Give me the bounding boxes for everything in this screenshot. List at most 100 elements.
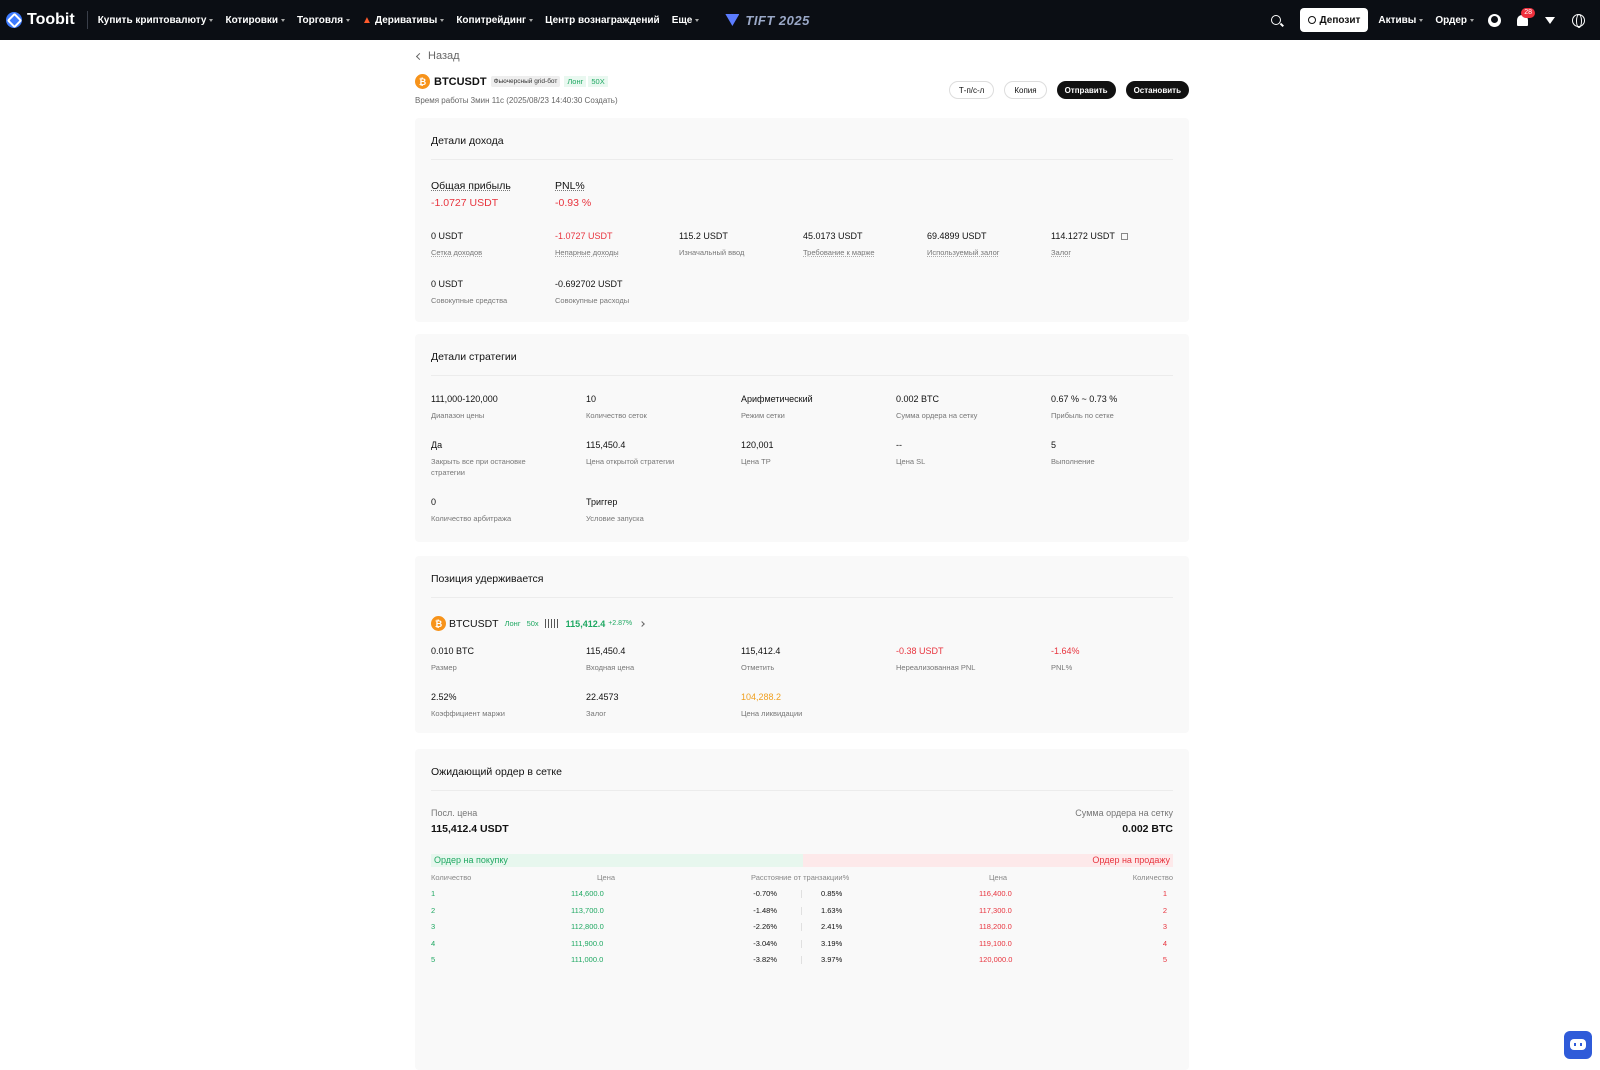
top-navbar: Toobit Купить криптовалюту Котировки Тор…	[0, 0, 1600, 40]
column-separator	[801, 956, 802, 964]
sell-qty-cell: 2	[1162, 905, 1167, 915]
liquidation-price: 104,288.2 Цена ликвидации	[741, 692, 802, 719]
deposit-icon	[1307, 16, 1316, 24]
nav-orders-label: Ордер	[1435, 14, 1467, 26]
position-card: Позиция удерживается ₿ BTCUSDT Лонг 50x …	[415, 556, 1189, 733]
nav-rewards-center[interactable]: Центр вознаграждений	[545, 15, 660, 26]
brand-logo[interactable]: Toobit	[6, 0, 75, 40]
grid-count: 10 Количество сеток	[586, 394, 647, 421]
stat-label[interactable]: Используемый залог	[927, 247, 999, 258]
back-label: Назад	[428, 50, 460, 62]
buy-price-cell: 113,700.0	[571, 905, 604, 915]
stat-label: Входная цена	[586, 663, 635, 672]
buy-distance-cell: -0.70%	[753, 889, 777, 898]
table-row: 2 113,700.0 -1.48% 1.63% 117,300.0 2	[431, 906, 1173, 922]
toobit-logo-icon	[6, 12, 22, 28]
nav-divider	[86, 11, 88, 29]
sell-price-cell: 117,300.0	[979, 905, 1012, 915]
stat-value: -1.64%	[1051, 646, 1080, 656]
nav-derivatives[interactable]: ▲ Деривативы	[362, 15, 445, 26]
mark-price: 115,412.4 Отметить	[741, 646, 780, 673]
nav-buy-crypto[interactable]: Купить криптовалюту	[98, 15, 214, 26]
language-button[interactable]	[1564, 0, 1592, 40]
edit-icon[interactable]	[1120, 233, 1128, 240]
stat-value: -0.38 USDT	[896, 646, 944, 656]
chevron-down-icon	[695, 18, 700, 22]
deposit-label: Депозит	[1319, 14, 1361, 26]
copy-button[interactable]: Копия	[1004, 81, 1047, 99]
bot-actions: Т-п/с-л Копия Отправить Остановить	[939, 81, 1189, 99]
search-icon	[1270, 15, 1281, 25]
margin-requirement: 45.0173 USDT Требование к марже	[803, 231, 875, 258]
stat-value: 111,000-120,000	[431, 394, 498, 404]
buy-price-cell: 111,000.0	[571, 955, 604, 964]
nav-copy-trading[interactable]: Копитрейдинг	[456, 15, 534, 26]
nav-more[interactable]: Еще	[672, 15, 700, 26]
stat-label[interactable]: Требование к марже	[803, 247, 875, 258]
divider	[431, 375, 1173, 376]
col-qty-buy: Количество	[431, 873, 472, 882]
stat-value: 115,450.4	[586, 646, 626, 656]
position-leverage: 50x	[526, 619, 539, 628]
stat-label: Диапазон цены	[431, 411, 485, 420]
divider	[431, 159, 1173, 160]
bitcoin-icon: ₿	[415, 74, 430, 89]
profit-per-grid: 0.67 % ~ 0.73 % Прибыль по сетке	[1051, 394, 1117, 421]
buy-qty-cell: 1	[431, 889, 436, 898]
stat-value: 10	[586, 394, 597, 404]
income-details-card: Детали дохода Общая прибыль -1.0727 USDT…	[415, 118, 1189, 322]
buy-orders-label: Ордер на покупку	[431, 854, 803, 867]
sell-price-cell: 119,100.0	[979, 938, 1012, 948]
promo-banner[interactable]: TIFT 2025	[725, 13, 809, 28]
nav-orders[interactable]: Ордер	[1435, 15, 1474, 26]
stat-value: 120,001	[741, 440, 774, 450]
nav-trade[interactable]: Торговля	[297, 15, 351, 26]
pnl-label: PNL%	[555, 180, 585, 192]
support-bot-button[interactable]	[1564, 1031, 1592, 1059]
tp-price: 120,001 Цена TP	[741, 440, 774, 467]
tp-sl-button[interactable]: Т-п/с-л	[948, 81, 995, 99]
download-button[interactable]	[1536, 0, 1564, 40]
stop-button[interactable]: Остановить	[1125, 81, 1189, 99]
account-button[interactable]	[1480, 0, 1508, 40]
stat-label: Цена SL	[896, 457, 926, 466]
nav-more-label: Еще	[671, 14, 693, 26]
stat-value: 114.1272 USDT	[1051, 231, 1115, 241]
chevron-right-icon	[639, 620, 645, 627]
sell-distance-cell: 1.63%	[821, 905, 843, 915]
sell-price-cell: 120,000.0	[979, 955, 1013, 964]
stat-label: Совокупные расходы	[555, 296, 630, 305]
notifications-button[interactable]: 28	[1508, 0, 1536, 40]
back-link[interactable]: Назад	[415, 50, 460, 62]
nav-assets[interactable]: Активы	[1378, 15, 1424, 26]
search-button[interactable]	[1262, 0, 1290, 40]
position-header[interactable]: ₿ BTCUSDT Лонг 50x 115,412.4 +2.87%	[431, 616, 645, 631]
user-icon	[1487, 13, 1501, 27]
buy-price-cell: 114,600.0	[571, 889, 604, 898]
total-fees: -0.692702 USDT Совокупные расходы	[555, 279, 629, 306]
total-profit-label[interactable]: Общая прибыль	[431, 180, 511, 192]
stat-value: 2.52%	[431, 692, 457, 702]
chevron-down-icon	[1419, 18, 1424, 22]
column-separator	[801, 939, 802, 948]
order-amount-per-grid: 0.002 BTC Сумма ордера на сетку	[896, 394, 977, 421]
deposit-button[interactable]: Депозит	[1299, 8, 1369, 32]
stat-value: 5	[1051, 440, 1057, 450]
stat-label[interactable]: Непарные доходы	[555, 247, 619, 258]
chevron-down-icon	[440, 18, 445, 22]
sl-price: -- Цена SL	[896, 440, 925, 467]
stat-label: Выполнение	[1051, 457, 1095, 466]
nav-markets[interactable]: Котировки	[225, 15, 285, 26]
chevron-down-icon	[529, 18, 534, 22]
trigger-condition: Триггер Условие запуска	[586, 497, 644, 524]
sell-distance-cell: 2.41%	[821, 922, 843, 931]
used-collateral: 69.4899 USDT Используемый залог	[927, 231, 999, 258]
table-row: 3 112,800.0 -2.26% 2.41% 118,200.0 3	[431, 922, 1173, 938]
stat-label[interactable]: Залог	[1051, 247, 1128, 258]
share-button[interactable]: Отправить	[1056, 81, 1116, 99]
price-range: 111,000-120,000 Диапазон цены	[431, 394, 498, 421]
stat-value: 0	[431, 497, 437, 507]
grid-mode: Арифметический Режим сетки	[741, 394, 813, 421]
stat-label[interactable]: Сетка доходов	[431, 247, 482, 258]
sell-price-cell: 118,200.0	[979, 922, 1012, 931]
